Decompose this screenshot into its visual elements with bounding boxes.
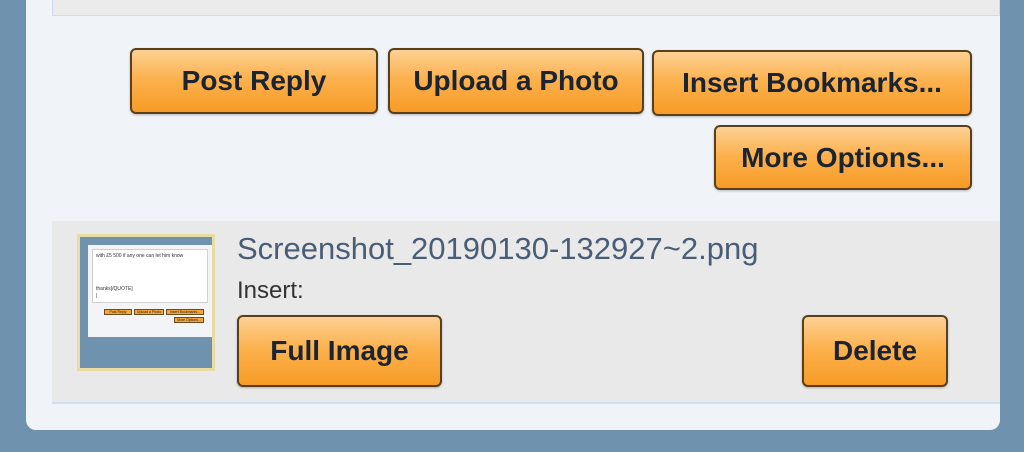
delete-button[interactable]: Delete — [802, 315, 948, 387]
thumbnail-insert-bookmarks: Insert Bookmarks... — [166, 309, 204, 315]
thumbnail-preview: with £5 500 if any one can let him know … — [80, 237, 212, 368]
more-options-button[interactable]: More Options... — [714, 125, 972, 190]
insert-label: Insert: — [237, 277, 304, 304]
thumbnail-text-line: thanks[/QUOTE] — [96, 286, 133, 292]
thumbnail-post-reply: Post Reply — [104, 309, 132, 315]
insert-bookmarks-button[interactable]: Insert Bookmarks... — [652, 50, 972, 116]
upload-photo-button[interactable]: Upload a Photo — [388, 48, 644, 114]
attachment-item: with £5 500 if any one can let him know … — [52, 221, 1000, 404]
attachment-filename: Screenshot_20190130-132927~2.png — [237, 231, 759, 266]
thumbnail-cursor: | — [96, 293, 98, 299]
thumbnail-more-options: More Options... — [174, 317, 204, 323]
full-image-button[interactable]: Full Image — [237, 315, 442, 387]
thumbnail-editor: with £5 500 if any one can let him know … — [92, 249, 208, 303]
attachment-thumbnail[interactable]: with £5 500 if any one can let him know … — [77, 234, 215, 371]
message-editor[interactable] — [52, 0, 1000, 16]
post-reply-button[interactable]: Post Reply — [130, 48, 378, 114]
thumbnail-text-line: with £5 500 if any one can let him know — [96, 253, 184, 259]
thumbnail-panel: with £5 500 if any one can let him know … — [88, 245, 212, 337]
thumbnail-upload-photo: Upload a Photo — [134, 309, 164, 315]
